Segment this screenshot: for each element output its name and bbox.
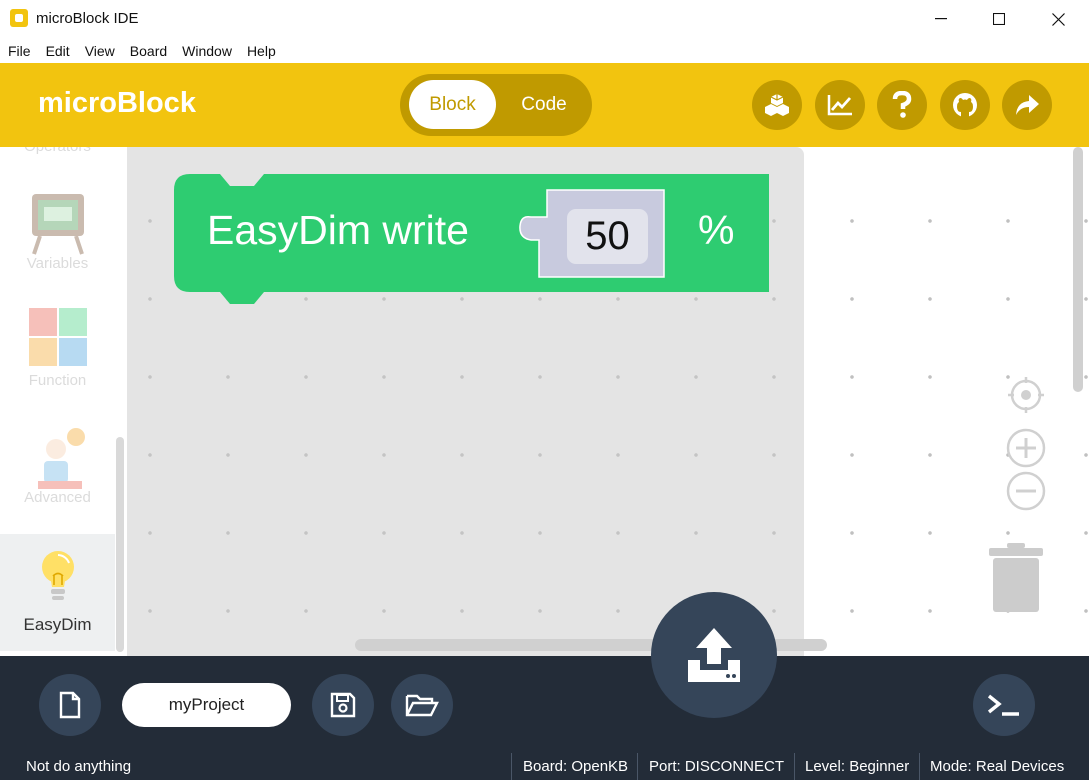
zoom-in-icon[interactable]	[1006, 428, 1046, 468]
category-label: Advanced	[24, 489, 91, 506]
help-icon	[892, 91, 912, 118]
open-folder-button[interactable]	[391, 674, 453, 736]
menu-file[interactable]: File	[8, 43, 31, 59]
status-message: Not do anything	[26, 758, 132, 775]
trash-icon[interactable]	[989, 543, 1043, 613]
open-folder-icon	[405, 694, 439, 717]
block-value-input[interactable]: 50	[567, 209, 648, 264]
help-button[interactable]	[877, 80, 927, 130]
workspace[interactable]: EasyDim write 50 %	[127, 147, 1089, 656]
status-divider	[794, 753, 795, 780]
status-level[interactable]: Level: Beginner	[805, 758, 909, 775]
status-board[interactable]: Board: OpenKB	[523, 758, 628, 775]
menu-board[interactable]: Board	[130, 43, 167, 59]
terminal-icon	[987, 694, 1019, 716]
status-divider	[511, 753, 512, 780]
github-icon	[953, 93, 977, 117]
share-icon	[1016, 95, 1039, 115]
palette-scrollbar[interactable]	[116, 437, 124, 652]
save-button[interactable]	[312, 674, 374, 736]
app-icon	[10, 9, 28, 27]
upload-button[interactable]	[651, 592, 777, 718]
window-title: microBlock IDE	[36, 10, 139, 27]
share-button[interactable]	[1002, 80, 1052, 130]
category-label: Variables	[26, 255, 89, 272]
block-palette: Operators Variables Function Advanced	[0, 147, 127, 656]
category-label: EasyDim	[23, 615, 92, 634]
maximize-button[interactable]	[970, 0, 1028, 38]
close-icon	[1051, 12, 1065, 26]
variables-icon	[31, 194, 84, 255]
category-easydim[interactable]: EasyDim	[0, 534, 115, 651]
status-port[interactable]: Port: DISCONNECT	[649, 758, 784, 775]
status-divider	[919, 753, 920, 780]
category-advanced[interactable]: Advanced	[0, 401, 115, 518]
menu-window[interactable]: Window	[182, 43, 232, 59]
project-name-input[interactable]	[122, 683, 291, 727]
tab-block-mode[interactable]: Block	[409, 80, 496, 129]
menu-bar: File Edit View Board Window Help	[0, 38, 1089, 63]
status-divider	[637, 753, 638, 780]
close-button[interactable]	[1029, 0, 1087, 38]
status-bar: Not do anything Board: OpenKB Port: DISC…	[0, 753, 1089, 780]
zoom-out-icon[interactable]	[1006, 471, 1046, 511]
status-mode[interactable]: Mode: Real Devices	[930, 758, 1064, 775]
minimize-button[interactable]	[912, 0, 970, 38]
workspace-vertical-scrollbar[interactable]	[1073, 147, 1083, 392]
brand-logo: microBlock	[38, 87, 196, 119]
maximize-icon	[993, 13, 1005, 25]
advanced-icon	[37, 428, 85, 489]
block-unit-label: %	[698, 207, 735, 253]
menu-view[interactable]: View	[85, 43, 115, 59]
category-label: Operators	[0, 147, 115, 155]
block-flyout: EasyDim write 50 %	[127, 147, 804, 656]
block-label: EasyDim write	[207, 207, 469, 253]
category-function[interactable]: Function	[0, 284, 115, 401]
function-icon	[28, 308, 87, 366]
new-file-icon	[59, 691, 81, 719]
save-icon	[330, 692, 356, 718]
minimize-icon	[935, 18, 947, 20]
category-operators[interactable]: Operators	[0, 147, 115, 167]
category-variables[interactable]: Variables	[0, 167, 115, 284]
menu-edit[interactable]: Edit	[46, 43, 70, 59]
new-file-button[interactable]	[39, 674, 101, 736]
category-label: Function	[28, 372, 87, 389]
mode-toggle: Block Code	[400, 74, 592, 136]
extensions-button[interactable]	[752, 80, 802, 130]
recenter-icon[interactable]	[1006, 375, 1046, 415]
chart-button[interactable]	[815, 80, 865, 130]
title-bar: microBlock IDE	[0, 0, 1089, 38]
terminal-button[interactable]	[973, 674, 1035, 736]
tab-code-mode[interactable]: Code	[504, 80, 584, 129]
extensions-icon	[765, 94, 789, 116]
github-button[interactable]	[940, 80, 990, 130]
upload-icon	[688, 628, 740, 682]
menu-help[interactable]: Help	[247, 43, 276, 59]
lightbulb-icon	[41, 551, 74, 600]
bottom-toolbar	[0, 656, 1089, 753]
chart-icon	[827, 95, 852, 116]
app-header: microBlock Block Code	[0, 63, 1089, 147]
